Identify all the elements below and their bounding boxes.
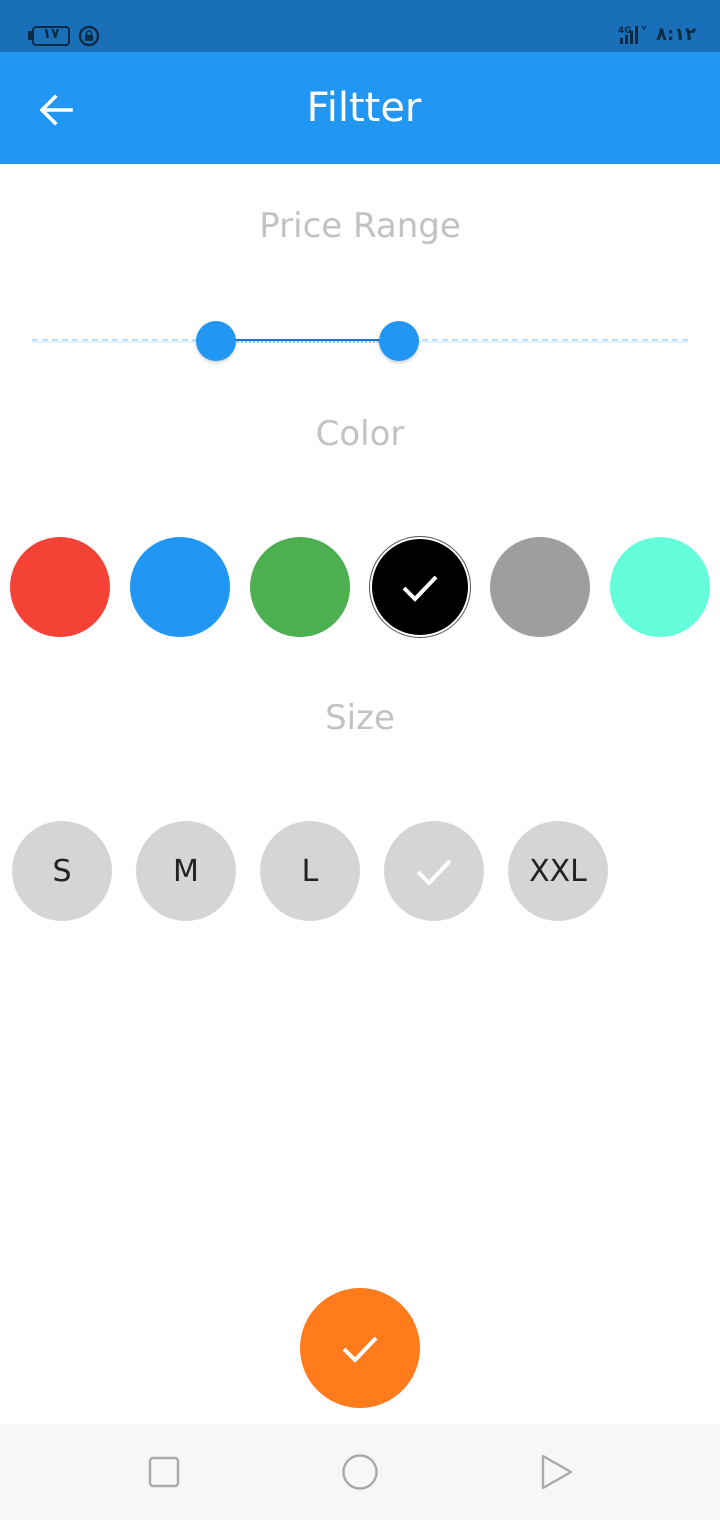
arrow-left-icon — [39, 94, 73, 126]
check-icon — [416, 859, 452, 886]
price-range-label: Price Range — [259, 206, 461, 246]
apply-filter-button[interactable] — [300, 1288, 420, 1408]
signal-icon: 4G — [618, 25, 647, 44]
page-title: Filtter — [306, 85, 422, 131]
size-option-label: S — [52, 853, 72, 889]
size-label: Size — [325, 698, 395, 738]
recents-square-icon — [148, 1456, 180, 1488]
home-button[interactable] — [340, 1452, 380, 1492]
color-swatch-grey[interactable] — [490, 537, 590, 637]
clock: ۸:۱۲ — [656, 24, 697, 45]
color-swatch-teal[interactable] — [610, 537, 710, 637]
back-button[interactable] — [28, 86, 84, 134]
size-option-l[interactable]: L — [260, 821, 360, 921]
size-option-s[interactable]: S — [12, 821, 112, 921]
color-label: Color — [315, 414, 405, 454]
size-option-label: L — [301, 853, 319, 889]
size-option-xxl[interactable]: XXL — [508, 821, 608, 921]
check-icon — [342, 1336, 378, 1363]
slider-active-range — [215, 339, 400, 343]
color-swatch-black[interactable] — [370, 537, 470, 637]
back-nav-button[interactable] — [536, 1452, 576, 1492]
back-triangle-icon — [541, 1454, 573, 1490]
size-option-xl[interactable] — [384, 821, 484, 921]
app-bar: Filtter — [0, 52, 720, 164]
color-swatch-green[interactable] — [250, 537, 350, 637]
status-bar: ۱۷ 4G ۸:۱۲ — [0, 0, 720, 52]
color-swatch-blue[interactable] — [130, 537, 230, 637]
slider-thumb-min[interactable] — [195, 321, 236, 361]
network-type-label: 4G — [618, 26, 632, 36]
system-nav-bar — [0, 1424, 720, 1520]
recents-button[interactable] — [144, 1452, 184, 1492]
check-icon — [402, 575, 438, 602]
size-option-label: XXL — [529, 853, 587, 889]
size-option-label: M — [173, 853, 199, 889]
battery-level: ۱۷ — [42, 26, 60, 42]
color-swatch-red[interactable] — [10, 537, 110, 637]
slider-thumb-max[interactable] — [379, 321, 420, 361]
rotation-lock-icon — [78, 25, 100, 47]
size-option-m[interactable]: M — [136, 821, 236, 921]
home-circle-icon — [342, 1454, 378, 1490]
price-range-slider[interactable] — [32, 320, 688, 362]
